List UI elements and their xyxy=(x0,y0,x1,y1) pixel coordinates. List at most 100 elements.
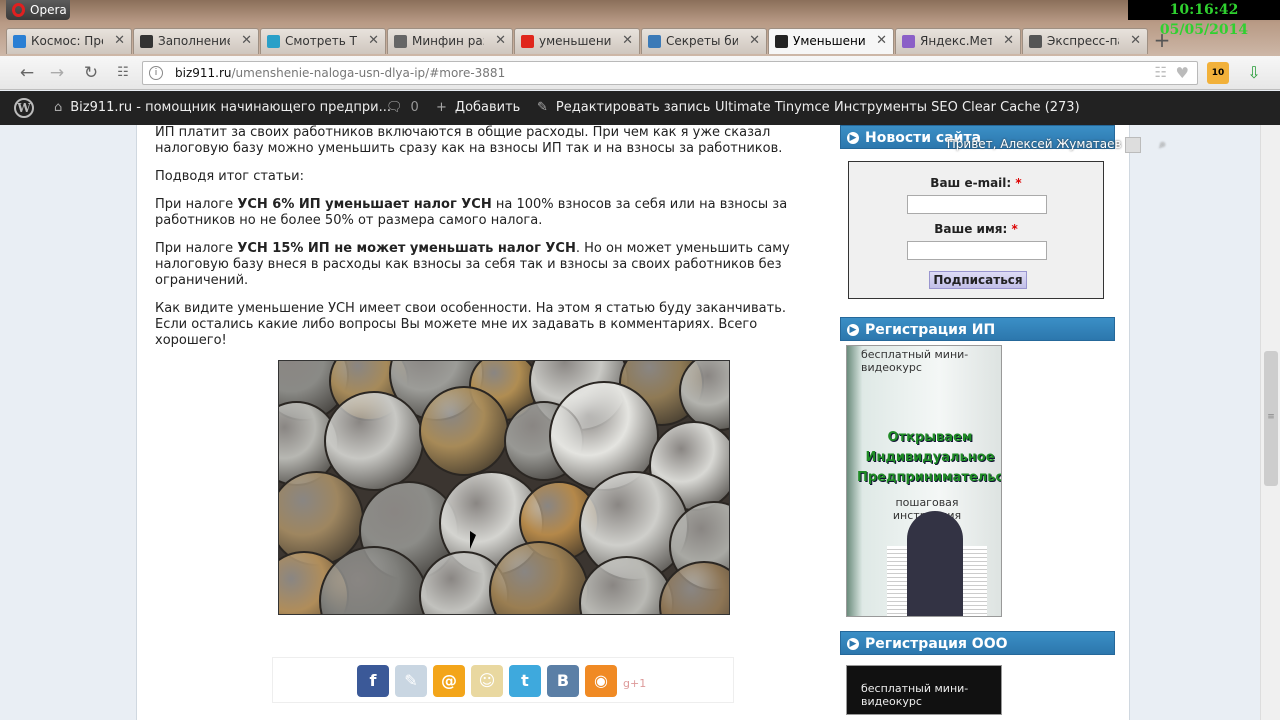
tab-3[interactable]: Минфин раз ✕ xyxy=(387,28,513,54)
adminbar-tinymce[interactable]: Ultimate Tinymce xyxy=(715,91,830,125)
globe-icon xyxy=(13,35,26,48)
name-label: Ваше имя: * xyxy=(934,222,1018,236)
ip-course-cover[interactable]: бесплатный мини-видеокурс Открываем Инди… xyxy=(846,345,1002,617)
opera-logo-icon xyxy=(12,3,25,17)
tab-label: Секреты биз xyxy=(666,34,738,48)
twitter-share-icon[interactable]: t xyxy=(509,665,541,697)
chevron-right-icon: ▶ xyxy=(847,324,859,336)
comment-bubble-icon: 🗨 xyxy=(386,100,403,115)
article-paragraph: Как видите уменьшение УСН имеет свои осо… xyxy=(155,301,786,348)
address-field[interactable]: i biz911.ru/umenshenie-naloga-usn-dlya-i… xyxy=(142,61,1198,85)
coin-graphic xyxy=(659,561,729,614)
close-icon[interactable]: ✕ xyxy=(1003,29,1014,53)
close-icon[interactable]: ✕ xyxy=(749,29,760,53)
adminbar-clear-cache[interactable]: Clear Cache (273) xyxy=(962,91,1080,125)
app-name: Opera xyxy=(30,3,67,17)
globe-icon xyxy=(267,35,280,48)
article-body: ИП платит за своих работников включаются… xyxy=(155,125,805,703)
mouse-cursor-icon xyxy=(470,531,476,549)
close-icon[interactable]: ✕ xyxy=(114,29,125,53)
back-arrow-icon[interactable]: ← xyxy=(16,62,38,84)
close-icon[interactable]: ✕ xyxy=(495,29,506,53)
tab-4[interactable]: уменьшение ✕ xyxy=(514,28,640,54)
tab-label: Яндекс.Метр xyxy=(920,34,992,48)
coins-image xyxy=(278,360,730,615)
coin-graphic xyxy=(419,386,509,476)
adminbar-seo[interactable]: Инструменты SEO xyxy=(834,91,958,125)
adminbar-site[interactable]: ⌂ Biz911.ru - помощник начинающего предпр… xyxy=(54,91,391,125)
download-icon[interactable]: ⇩ xyxy=(1243,62,1265,84)
site-icon xyxy=(775,35,788,48)
tab-label: уменьшение xyxy=(539,34,611,48)
mailru-share-icon[interactable]: @ xyxy=(433,665,465,697)
subscribe-form: Ваш e-mail: * Ваше имя: * Подписаться xyxy=(848,161,1104,299)
email-field[interactable] xyxy=(907,195,1047,214)
tab-6[interactable]: Уменьшение ✕ xyxy=(768,28,894,54)
email-label: Ваш e-mail: * xyxy=(930,176,1022,190)
tab-2[interactable]: Смотреть ТВ ✕ xyxy=(260,28,386,54)
clock: 10:16:42 05/05/2014 xyxy=(1128,0,1280,38)
social-share-bar: g+1 f ✎ @ ☺ t B ◉ xyxy=(272,657,734,703)
course-cover-caption: бесплатный мини-видеокурс xyxy=(861,682,969,708)
widget-header-ooo: ▶ Регистрация ООО xyxy=(840,631,1115,655)
metrika-icon xyxy=(902,35,915,48)
reload-icon[interactable]: ↻ xyxy=(80,62,102,84)
url-text: biz911.ru/umenshenie-naloga-usn-dlya-ip/… xyxy=(175,66,506,80)
tab-7[interactable]: Яндекс.Метр ✕ xyxy=(895,28,1021,54)
grid-icon xyxy=(1029,35,1042,48)
subscribe-button[interactable]: Подписаться xyxy=(929,271,1027,289)
tab-strip: Космос: Пре✕Заполнение✕Смотреть ТВ✕Минфи… xyxy=(6,28,1175,54)
close-icon[interactable]: ✕ xyxy=(1130,29,1141,53)
search-icon[interactable]: ⌕ xyxy=(1159,137,1166,151)
rss-share-icon[interactable]: ◉ xyxy=(585,665,617,697)
extension-badge-icon[interactable]: 10 xyxy=(1207,62,1229,84)
adminbar-greeting[interactable]: Привет, Алексей Жуматаев ⌕ xyxy=(947,132,1166,156)
crest-icon xyxy=(394,35,407,48)
widget-header-news: ▶ Новости сайта Привет, Алексей Жуматаев… xyxy=(840,125,1166,153)
scrollbar-thumb[interactable]: ≡ xyxy=(1264,351,1278,486)
article-paragraph: При налоге УСН 15% ИП не может уменьшать… xyxy=(155,241,790,288)
wordpress-logo-icon[interactable]: W xyxy=(14,98,34,118)
gplus-button[interactable]: g+1 xyxy=(623,676,646,692)
tab-5[interactable]: Секреты биз ✕ xyxy=(641,28,767,54)
livejournal-share-icon[interactable]: ✎ xyxy=(395,665,427,697)
close-icon[interactable]: ✕ xyxy=(368,29,379,53)
close-icon[interactable]: ✕ xyxy=(241,29,252,53)
forward-arrow-icon[interactable]: → xyxy=(46,62,68,84)
plus-icon: + xyxy=(436,100,447,115)
odnoklassniki-share-icon[interactable]: ☺ xyxy=(471,665,503,697)
tab-0[interactable]: Космос: Пре ✕ xyxy=(6,28,132,54)
vertical-scrollbar[interactable]: ≡ xyxy=(1260,125,1280,720)
sidebar: ▶ Новости сайта Привет, Алексей Жуматаев… xyxy=(840,125,1166,715)
wp-admin-bar: W ⌂ Biz911.ru - помощник начинающего пред… xyxy=(0,91,1280,125)
tab-1[interactable]: Заполнение ✕ xyxy=(133,28,259,54)
person-graphic xyxy=(907,511,963,616)
page-viewport: ИП платит за своих работников включаются… xyxy=(0,125,1260,720)
home-icon: ⌂ xyxy=(54,100,63,115)
facebook-share-icon[interactable]: f xyxy=(357,665,389,697)
vkontakte-share-icon[interactable]: B xyxy=(547,665,579,697)
adminbar-edit-post[interactable]: ✎ Редактировать запись xyxy=(537,91,710,125)
browser-titlebar: Opera 10:16:42 05/05/2014 Космос: Пре ✕ За… xyxy=(0,0,1280,56)
site-info-icon[interactable]: i xyxy=(149,66,163,80)
close-icon[interactable]: ✕ xyxy=(876,29,887,53)
adminbar-comments[interactable]: 🗨 0 xyxy=(386,91,419,125)
course-cover-caption: бесплатный мини-видеокурс xyxy=(861,348,969,374)
bookmark-heart-icon[interactable]: ♥ xyxy=(1176,62,1189,84)
speed-dial-grid-icon[interactable]: ☷ xyxy=(112,62,134,84)
opera-menu-button[interactable]: Opera xyxy=(6,0,70,20)
pencil-icon: ✎ xyxy=(537,100,548,115)
yandex-icon xyxy=(521,35,534,48)
tab-label: Минфин раз xyxy=(412,34,484,48)
tab-8[interactable]: Экспресс-па ✕ xyxy=(1022,28,1148,54)
close-icon[interactable]: ✕ xyxy=(622,29,633,53)
speed-dial-add-icon[interactable]: ☷ xyxy=(1154,62,1167,84)
adminbar-add[interactable]: + Добавить xyxy=(436,91,520,125)
tab-label: Уменьшение xyxy=(793,34,865,48)
ooo-course-cover[interactable]: бесплатный мини-видеокурс xyxy=(846,665,1002,715)
new-tab-plus-icon[interactable]: + xyxy=(1149,28,1175,54)
name-field[interactable] xyxy=(907,241,1047,260)
article-paragraph: ИП платит за своих работников включаются… xyxy=(155,125,783,156)
tab-label: Смотреть ТВ xyxy=(285,34,357,48)
content-wrapper: ИП платит за своих работников включаются… xyxy=(136,125,1166,720)
